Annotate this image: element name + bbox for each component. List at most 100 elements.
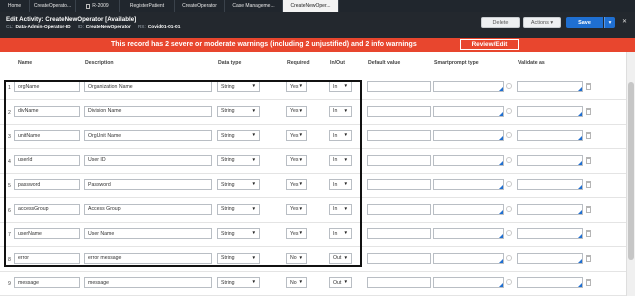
validate-as-input[interactable] [517, 105, 583, 117]
delete-row-icon[interactable] [586, 156, 591, 164]
name-input[interactable]: orgName [14, 81, 80, 92]
in-out-select[interactable]: In ▼ [329, 81, 352, 92]
description-input[interactable]: User ID [84, 154, 212, 166]
data-type-select[interactable]: String ▼ [217, 203, 260, 215]
description-input[interactable]: message [84, 277, 212, 288]
review-edit-button[interactable]: Review/Edit [460, 39, 519, 50]
data-type-select[interactable]: String ▼ [217, 105, 260, 117]
delete-row-icon[interactable] [586, 132, 591, 139]
delete-row-icon[interactable] [586, 230, 591, 237]
in-out-select[interactable]: Out ▼ [329, 277, 352, 288]
delete-button[interactable]: Delete [481, 17, 520, 28]
smartprompt-type-input[interactable] [433, 105, 504, 117]
smartprompt-type-input[interactable] [433, 203, 504, 215]
name-input[interactable]: divName [14, 105, 80, 117]
default-value-input[interactable] [367, 203, 431, 215]
required-select[interactable]: No ▼ [286, 252, 307, 264]
default-value-input[interactable] [367, 154, 431, 166]
validate-as-input[interactable] [517, 81, 583, 92]
default-value-input[interactable] [367, 277, 431, 288]
default-value-input[interactable] [367, 130, 431, 141]
name-input[interactable]: password [14, 179, 80, 190]
default-value-input[interactable] [367, 252, 431, 264]
data-type-select[interactable]: String ▼ [217, 130, 260, 141]
smartprompt-search-icon[interactable] [506, 83, 512, 89]
ruleset-value-link[interactable]: Covid01-01-01 [148, 25, 181, 30]
in-out-select[interactable]: In ▼ [329, 130, 352, 141]
required-select[interactable]: Yes ▼ [286, 179, 307, 190]
validate-as-input[interactable] [517, 277, 583, 288]
name-input[interactable]: message [14, 277, 80, 288]
in-out-select[interactable]: In ▼ [329, 154, 352, 166]
default-value-input[interactable] [367, 105, 431, 117]
smartprompt-type-input[interactable] [433, 154, 504, 166]
delete-row-icon[interactable] [586, 107, 591, 115]
data-type-select[interactable]: String ▼ [217, 154, 260, 166]
in-out-select[interactable]: In ▼ [329, 203, 352, 215]
name-input[interactable]: accessGroup [14, 203, 80, 215]
smartprompt-search-icon[interactable] [506, 230, 512, 236]
data-type-select[interactable]: String ▼ [217, 81, 260, 92]
data-type-select[interactable]: String ▼ [217, 252, 260, 264]
smartprompt-type-input[interactable] [433, 130, 504, 141]
description-input[interactable]: Password [84, 179, 212, 190]
validate-as-input[interactable] [517, 154, 583, 166]
save-menu-button[interactable]: ▾ [604, 17, 615, 28]
smartprompt-search-icon[interactable] [506, 132, 512, 138]
required-select[interactable]: Yes ▼ [286, 228, 307, 239]
description-input[interactable]: User Name [84, 228, 212, 239]
tab-createoperator[interactable]: CreateOperator [175, 0, 225, 12]
smartprompt-search-icon[interactable] [506, 156, 512, 163]
class-value-link[interactable]: Data-Admin-Operator-ID [15, 25, 70, 30]
vertical-scrollbar[interactable] [626, 52, 635, 296]
description-input[interactable]: error message [84, 252, 212, 264]
required-select[interactable]: Yes ▼ [286, 154, 307, 166]
name-input[interactable]: userId [14, 154, 80, 166]
validate-as-input[interactable] [517, 252, 583, 264]
delete-row-icon[interactable] [586, 181, 591, 188]
actions-button[interactable]: Actions ▾ [523, 17, 561, 28]
delete-row-icon[interactable] [586, 279, 591, 286]
smartprompt-search-icon[interactable] [506, 254, 512, 261]
smartprompt-search-icon[interactable] [506, 181, 512, 187]
tab-createnewoperator[interactable]: CreateNewOper... [283, 0, 339, 12]
data-type-select[interactable]: String ▼ [217, 179, 260, 190]
name-input[interactable]: error [14, 252, 80, 264]
name-input[interactable]: userName [14, 228, 80, 239]
smartprompt-search-icon[interactable] [506, 107, 512, 114]
description-input[interactable]: Division Name [84, 105, 212, 117]
smartprompt-search-icon[interactable] [506, 279, 512, 285]
tab-registerpatient[interactable]: RegisterPatient [120, 0, 175, 12]
scrollbar-thumb[interactable] [628, 82, 634, 260]
smartprompt-search-icon[interactable] [506, 205, 512, 212]
in-out-select[interactable]: In ▼ [329, 105, 352, 117]
delete-row-icon[interactable] [586, 205, 591, 213]
in-out-select[interactable]: In ▼ [329, 179, 352, 190]
default-value-input[interactable] [367, 228, 431, 239]
tab-r-2009[interactable]: R-2009 [76, 0, 120, 12]
smartprompt-type-input[interactable] [433, 81, 504, 92]
save-button[interactable]: Save [566, 17, 603, 28]
validate-as-input[interactable] [517, 179, 583, 190]
data-type-select[interactable]: String ▼ [217, 277, 260, 288]
required-select[interactable]: Yes ▼ [286, 105, 307, 117]
validate-as-input[interactable] [517, 203, 583, 215]
tab-case-management[interactable]: Case Manageme... [225, 0, 283, 12]
validate-as-input[interactable] [517, 228, 583, 239]
tab-home[interactable]: Home [0, 0, 30, 12]
in-out-select[interactable]: Out ▼ [329, 252, 352, 264]
smartprompt-type-input[interactable] [433, 277, 504, 288]
validate-as-input[interactable] [517, 130, 583, 141]
required-select[interactable]: Yes ▼ [286, 130, 307, 141]
data-type-select[interactable]: String ▼ [217, 228, 260, 239]
description-input[interactable]: Access Group [84, 203, 212, 215]
delete-row-icon[interactable] [586, 83, 591, 90]
tab-createoperato-1[interactable]: CreateOperato... [30, 0, 76, 12]
name-input[interactable]: unitName [14, 130, 80, 141]
close-icon[interactable]: ✕ [622, 18, 627, 25]
required-select[interactable]: No ▼ [286, 277, 307, 288]
description-input[interactable]: Organization Name [84, 81, 212, 92]
smartprompt-type-input[interactable] [433, 228, 504, 239]
smartprompt-type-input[interactable] [433, 179, 504, 190]
required-select[interactable]: Yes ▼ [286, 203, 307, 215]
